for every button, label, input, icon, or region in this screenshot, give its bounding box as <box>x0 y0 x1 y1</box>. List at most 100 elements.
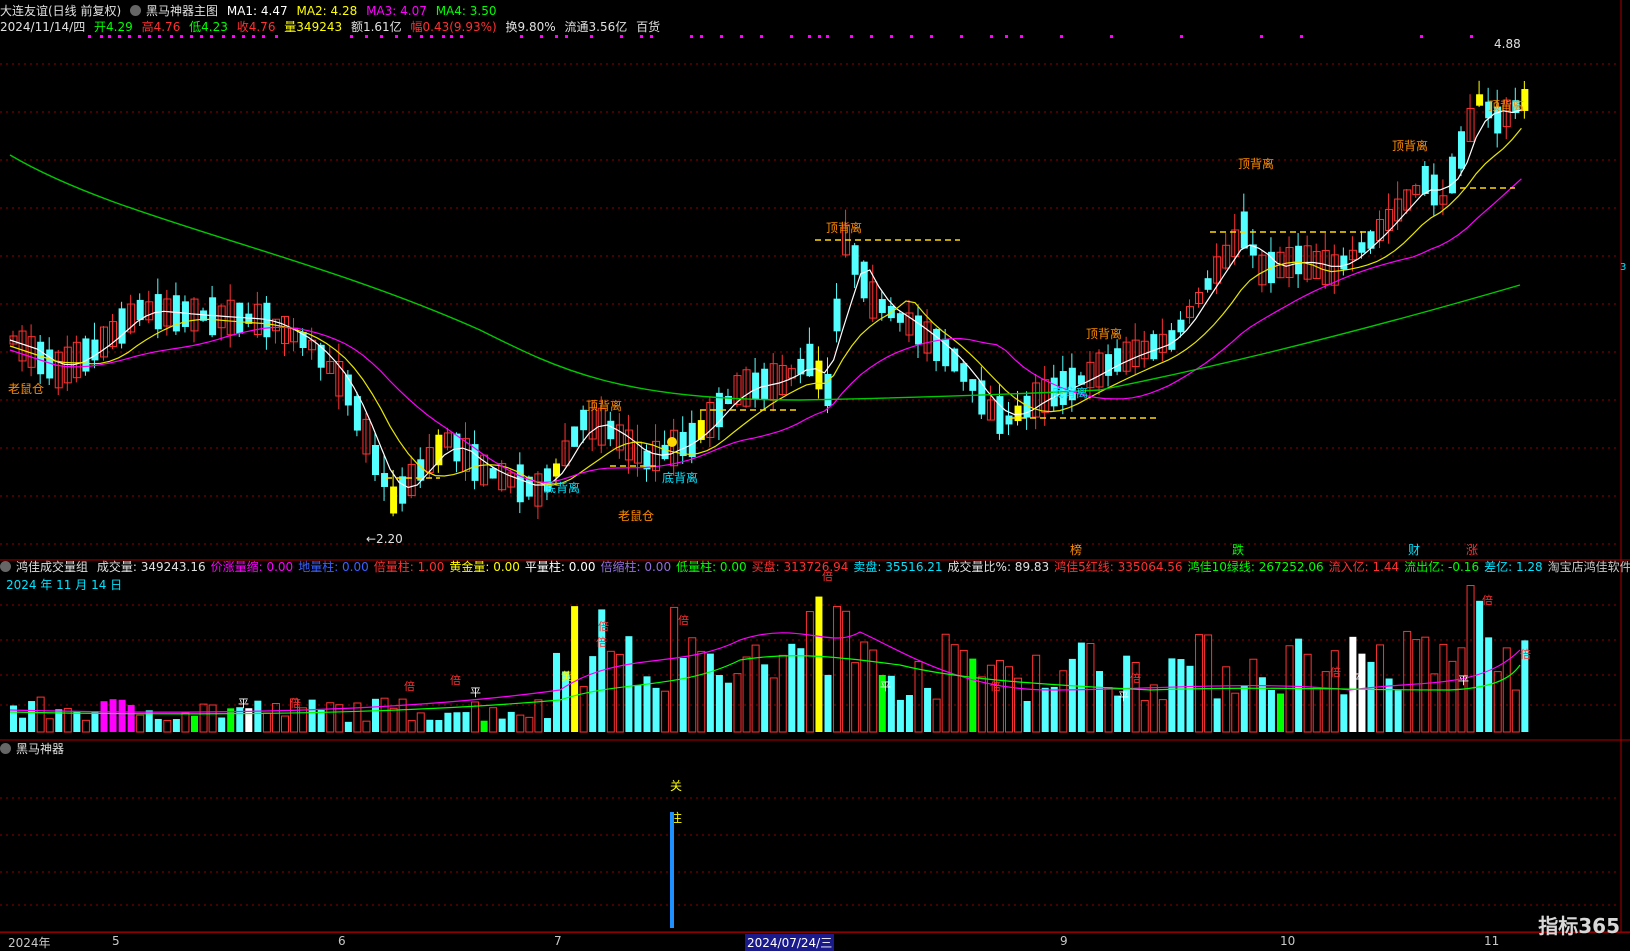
sub-indicator-name[interactable]: 黑马神器 <box>16 742 64 756</box>
volume-bar <box>525 716 534 733</box>
axis-oct: 10 <box>1280 934 1296 948</box>
volume-bar <box>1195 634 1204 733</box>
vol-label-ping-1: 平 <box>238 697 249 710</box>
volume-stat-15: 差亿: 1.28 <box>1484 560 1543 574</box>
stock-title[interactable]: 大连友谊(日线 前复权) <box>0 4 121 18</box>
volume-stat-13: 流入亿: 1.44 <box>1328 560 1400 574</box>
indicator-name[interactable]: 黑马神器主图 <box>146 4 218 18</box>
volume-bar <box>1249 658 1258 733</box>
volume-bar <box>372 698 379 732</box>
volume-bar <box>896 699 904 732</box>
signal-dot <box>650 35 653 38</box>
signal-dot <box>960 35 963 38</box>
volume-bar <box>1330 650 1339 733</box>
signal-dot <box>118 35 121 38</box>
sub-menu-icon[interactable] <box>0 743 11 754</box>
candle-body <box>661 444 669 460</box>
candle-body <box>1476 94 1484 106</box>
candle-body <box>1358 242 1366 253</box>
candle-body <box>933 328 941 362</box>
label-low-price: ←2.20 <box>366 532 403 546</box>
signal-dot <box>460 35 463 38</box>
candle-body <box>571 426 579 447</box>
volume-bar <box>281 715 289 733</box>
signal-dot <box>200 35 203 38</box>
volume-bar <box>1240 685 1248 732</box>
signal-dot <box>540 35 543 38</box>
candle-body <box>1168 330 1176 350</box>
volume-bar <box>1149 684 1158 733</box>
label-bang: 榜 <box>1070 542 1082 557</box>
axis-may: 5 <box>112 934 120 948</box>
vol-label-bei-6: 倍 <box>598 619 609 633</box>
axis-cursor-date: 2024/07/24/三 <box>745 934 835 951</box>
volume-bar <box>1041 687 1049 732</box>
volume-stat-4: 黄金量: 0.00 <box>449 560 520 574</box>
volume-bar <box>1032 654 1041 733</box>
volume-stat-5: 平量柱: 0.00 <box>524 560 596 574</box>
volume-stat-8: 买盘: 313726.94 <box>751 560 849 574</box>
right-scale-label: 3 <box>1620 262 1626 273</box>
candle-body <box>815 360 823 390</box>
candle-body <box>915 315 922 345</box>
volume-menu-icon[interactable] <box>0 561 11 572</box>
vol-label-bei-1: 倍 <box>404 679 415 693</box>
volume-indicator-name[interactable]: 鸿佳成交量组 <box>16 560 88 574</box>
date-axis: 2024年 5 6 7 2024/07/24/三 9 10 11 <box>0 932 1630 951</box>
volume-bar <box>191 715 198 732</box>
volume-bar <box>571 606 579 732</box>
vol-label-bei-7: 倍 <box>990 679 1001 693</box>
volume-bar <box>634 684 642 732</box>
candle-body <box>860 261 868 299</box>
candle-body <box>996 396 1004 434</box>
candle-body <box>118 308 126 344</box>
vol-label-bei-2: 倍 <box>450 673 461 687</box>
axis-sep: 9 <box>1060 934 1068 948</box>
volume-bar <box>63 707 72 733</box>
signal-dot <box>818 35 821 38</box>
signal-dot <box>690 35 693 38</box>
volume-bar <box>507 711 515 732</box>
volume-bar <box>1277 693 1284 732</box>
volume-bar <box>1394 690 1402 732</box>
sector-value[interactable]: 百货 <box>636 20 660 34</box>
signal-dot <box>640 35 643 38</box>
volume-bar <box>1421 636 1430 733</box>
volume-bar <box>932 698 941 733</box>
signal-dot <box>365 35 368 38</box>
volume-bar <box>81 719 90 733</box>
volume-bar <box>498 718 506 732</box>
indicator-menu-icon[interactable] <box>130 5 142 16</box>
signal-dot <box>590 35 593 38</box>
volume-bar <box>271 703 280 733</box>
signal-dot <box>100 35 103 38</box>
volume-bar <box>45 718 54 733</box>
signal-dot <box>565 35 568 38</box>
candle-body <box>969 379 977 391</box>
candle-body <box>1204 278 1212 290</box>
volume-bar <box>100 701 108 732</box>
signal-dot <box>740 35 743 38</box>
signal-dot <box>890 35 893 38</box>
volume-bar <box>1403 630 1412 733</box>
candle-body <box>697 420 705 440</box>
ma1-value: MA1: 4.47 <box>226 4 288 18</box>
axis-nov: 11 <box>1484 934 1500 948</box>
kline-chart[interactable]: 老鼠仓老鼠仓←2.204.88底背离底背离底背离顶背离顶背离顶背离顶背离顶背离顶… <box>0 0 1630 950</box>
signal-dot <box>700 35 703 38</box>
volume-bar <box>262 712 271 733</box>
volume-bar <box>1158 699 1167 733</box>
volume-stat-12: 鸿佳10绿线: 267252.06 <box>1187 560 1324 574</box>
volume-bar <box>769 677 778 733</box>
candle-body <box>1340 255 1348 270</box>
label-laoshu-1: 老鼠仓 <box>8 382 44 396</box>
close-value: 收4.76 <box>236 20 276 34</box>
signal-dot <box>108 35 111 38</box>
label-dingbeili-5: 顶背离 <box>1488 98 1524 113</box>
volume-value: 量349243 <box>284 20 343 34</box>
candle-body <box>752 372 760 400</box>
signal-dot <box>760 35 763 38</box>
volume-bar <box>1068 658 1076 732</box>
volume-bar <box>1412 639 1421 733</box>
volume-bar <box>1168 658 1176 732</box>
